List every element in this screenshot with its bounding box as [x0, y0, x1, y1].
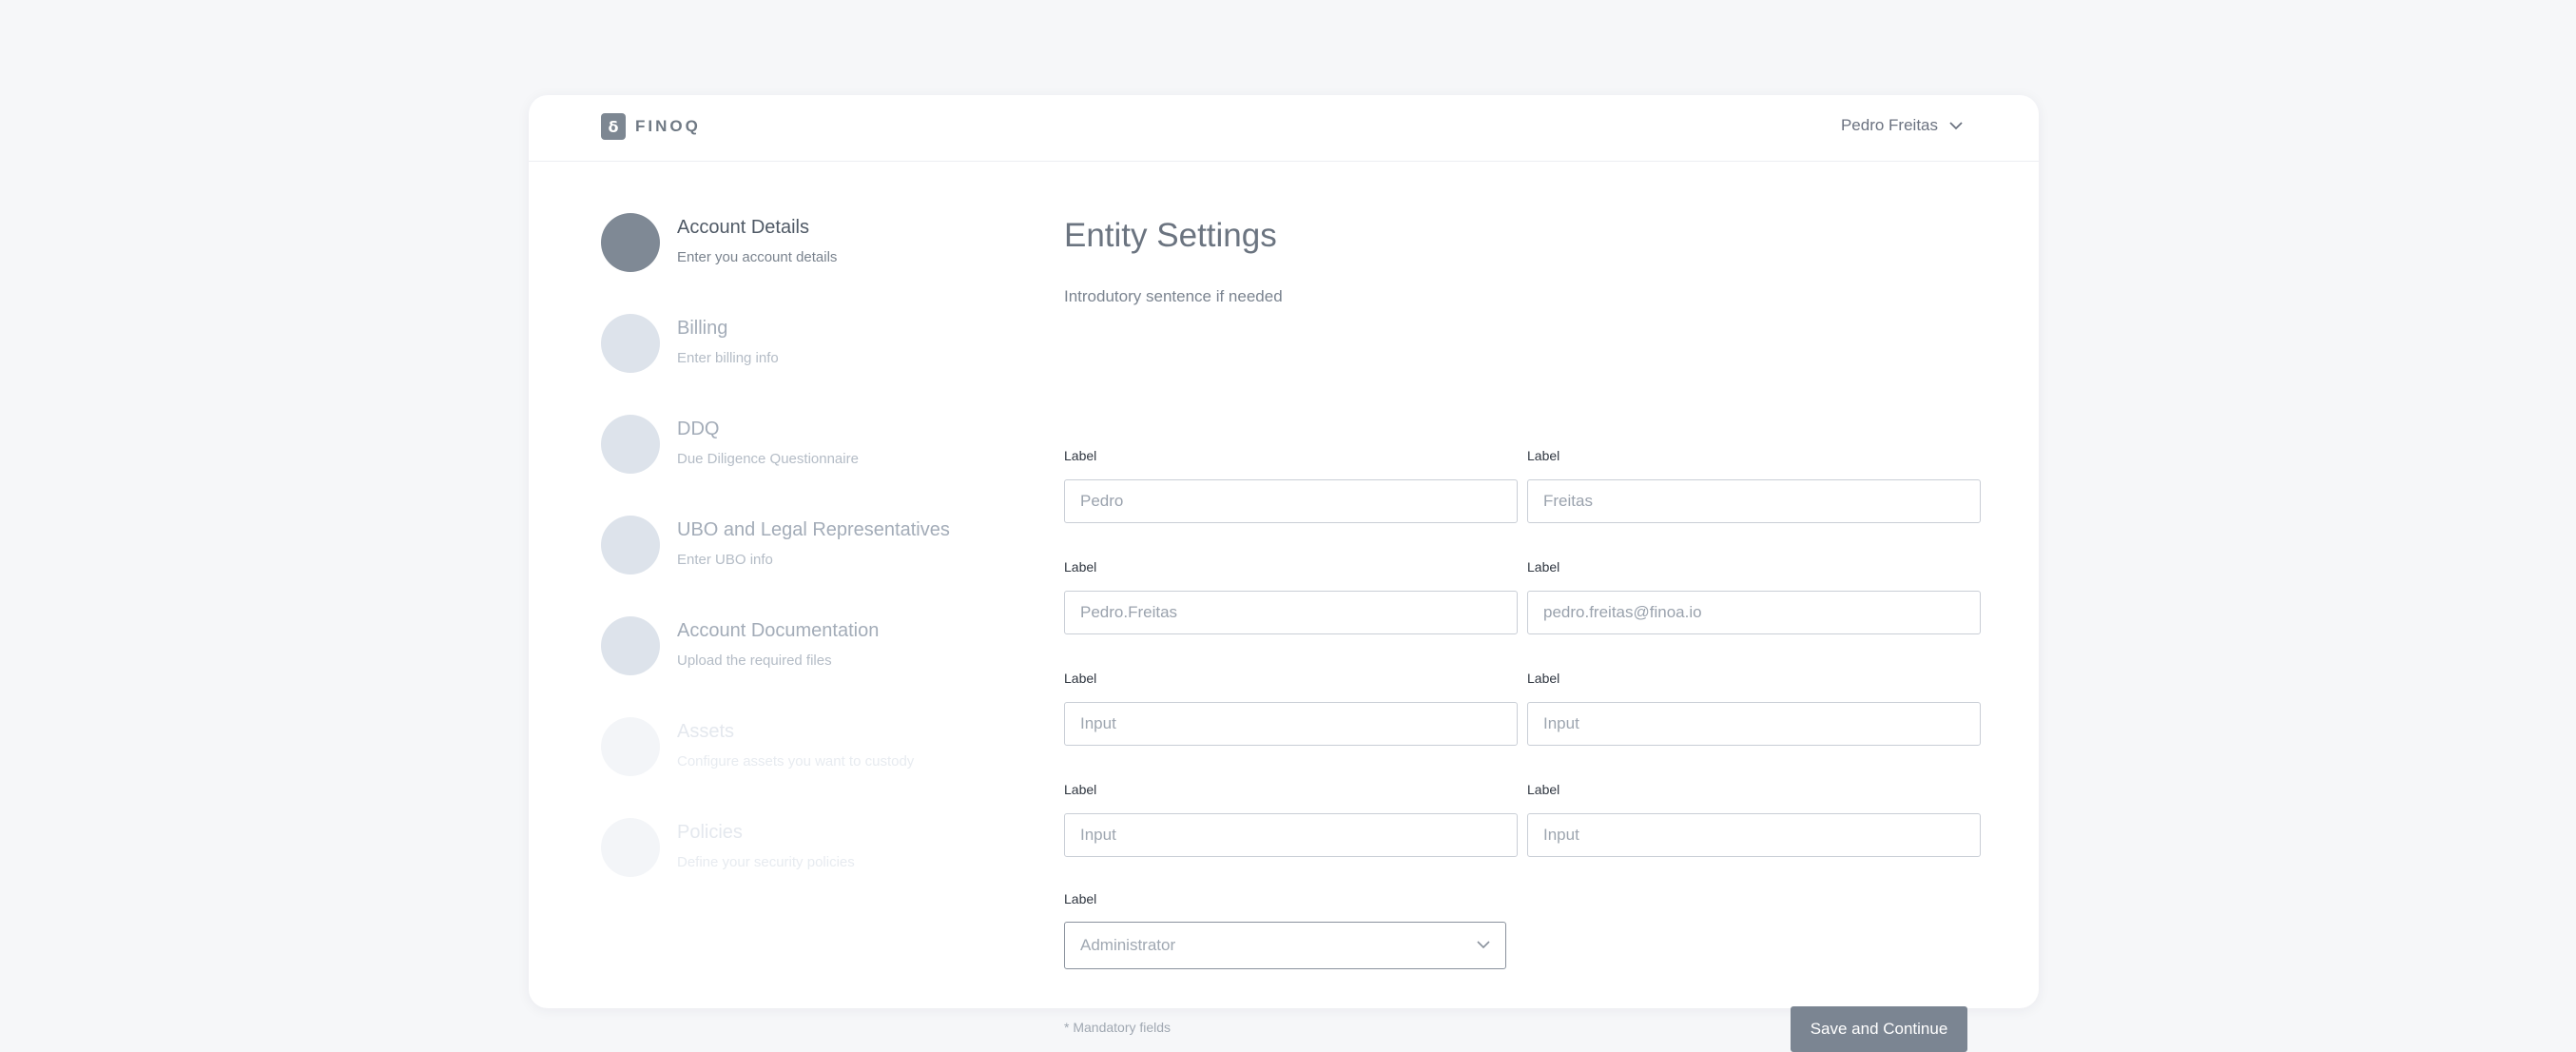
- text-input[interactable]: [1527, 702, 1981, 746]
- step-title: Account Details: [677, 217, 809, 238]
- page-title: Entity Settings: [1064, 217, 1277, 254]
- user-menu[interactable]: Pedro Freitas: [1841, 116, 1963, 135]
- mandatory-note: * Mandatory fields: [1064, 1020, 1172, 1035]
- step-ubo-legal-representatives[interactable]: UBO and Legal Representatives Enter UBO …: [601, 516, 1019, 616]
- step-indicator: [601, 616, 660, 675]
- step-subtitle: Upload the required files: [677, 653, 832, 669]
- text-input[interactable]: [1064, 702, 1518, 746]
- intro-text: Introdutory sentence if needed: [1064, 287, 1283, 305]
- text-input[interactable]: [1527, 813, 1981, 857]
- step-subtitle: Configure assets you want to custody: [677, 753, 915, 770]
- step-account-details[interactable]: Account Details Enter you account detail…: [601, 213, 1019, 314]
- onboarding-stepper: Account Details Enter you account detail…: [601, 213, 1019, 919]
- first-name-input[interactable]: [1064, 479, 1518, 523]
- step-indicator: [601, 213, 660, 272]
- step-subtitle: Enter billing info: [677, 350, 779, 366]
- app-header: δ FINOQ Pedro Freitas: [529, 95, 2039, 162]
- step-account-documentation[interactable]: Account Documentation Upload the require…: [601, 616, 1019, 717]
- step-policies: Policies Define your security policies: [601, 818, 1019, 919]
- field-label: Label: [1527, 448, 1560, 463]
- onboarding-card: δ FINOQ Pedro Freitas Account Details En…: [529, 95, 2039, 1052]
- field-label: Label: [1064, 559, 1097, 575]
- step-title: UBO and Legal Representatives: [677, 519, 950, 540]
- step-indicator: [601, 516, 660, 575]
- finoa-logo[interactable]: δ FINOQ: [601, 113, 701, 140]
- chevron-down-icon: [1477, 937, 1490, 954]
- field-label: Label: [1064, 891, 1097, 906]
- step-title: Assets: [677, 721, 735, 742]
- step-indicator: [601, 717, 660, 776]
- step-indicator: [601, 415, 660, 474]
- save-and-continue-button[interactable]: Save and Continue: [1791, 1006, 1967, 1052]
- field-label: Label: [1064, 782, 1097, 797]
- step-subtitle: Due Diligence Questionnaire: [677, 451, 859, 467]
- user-name: Pedro Freitas: [1840, 116, 1938, 134]
- step-title: Billing: [677, 318, 728, 339]
- last-name-input[interactable]: [1527, 479, 1981, 523]
- step-billing[interactable]: Billing Enter billing info: [601, 314, 1019, 415]
- email-input[interactable]: [1527, 591, 1981, 634]
- chevron-down-icon: [1949, 121, 1963, 130]
- field-label: Label: [1064, 671, 1097, 686]
- step-subtitle: Enter you account details: [677, 249, 838, 265]
- step-assets: Assets Configure assets you want to cust…: [601, 717, 1019, 818]
- step-indicator: [601, 314, 660, 373]
- step-indicator: [601, 818, 660, 877]
- step-ddq[interactable]: DDQ Due Diligence Questionnaire: [601, 415, 1019, 516]
- step-title: DDQ: [677, 419, 720, 439]
- field-label: Label: [1527, 671, 1560, 686]
- select-value: Administrator: [1080, 936, 1176, 954]
- role-select[interactable]: Administrator: [1064, 922, 1506, 969]
- username-input[interactable]: [1064, 591, 1518, 634]
- step-subtitle: Define your security policies: [677, 854, 855, 870]
- field-label: Label: [1527, 782, 1560, 797]
- step-title: Account Documentation: [677, 620, 880, 641]
- step-title: Policies: [677, 822, 743, 843]
- logo-text: FINOQ: [635, 117, 701, 135]
- step-subtitle: Enter UBO info: [677, 552, 773, 568]
- field-label: Label: [1527, 559, 1560, 575]
- field-label: Label: [1064, 448, 1097, 463]
- logo-mark-icon: δ: [601, 113, 626, 140]
- text-input[interactable]: [1064, 813, 1518, 857]
